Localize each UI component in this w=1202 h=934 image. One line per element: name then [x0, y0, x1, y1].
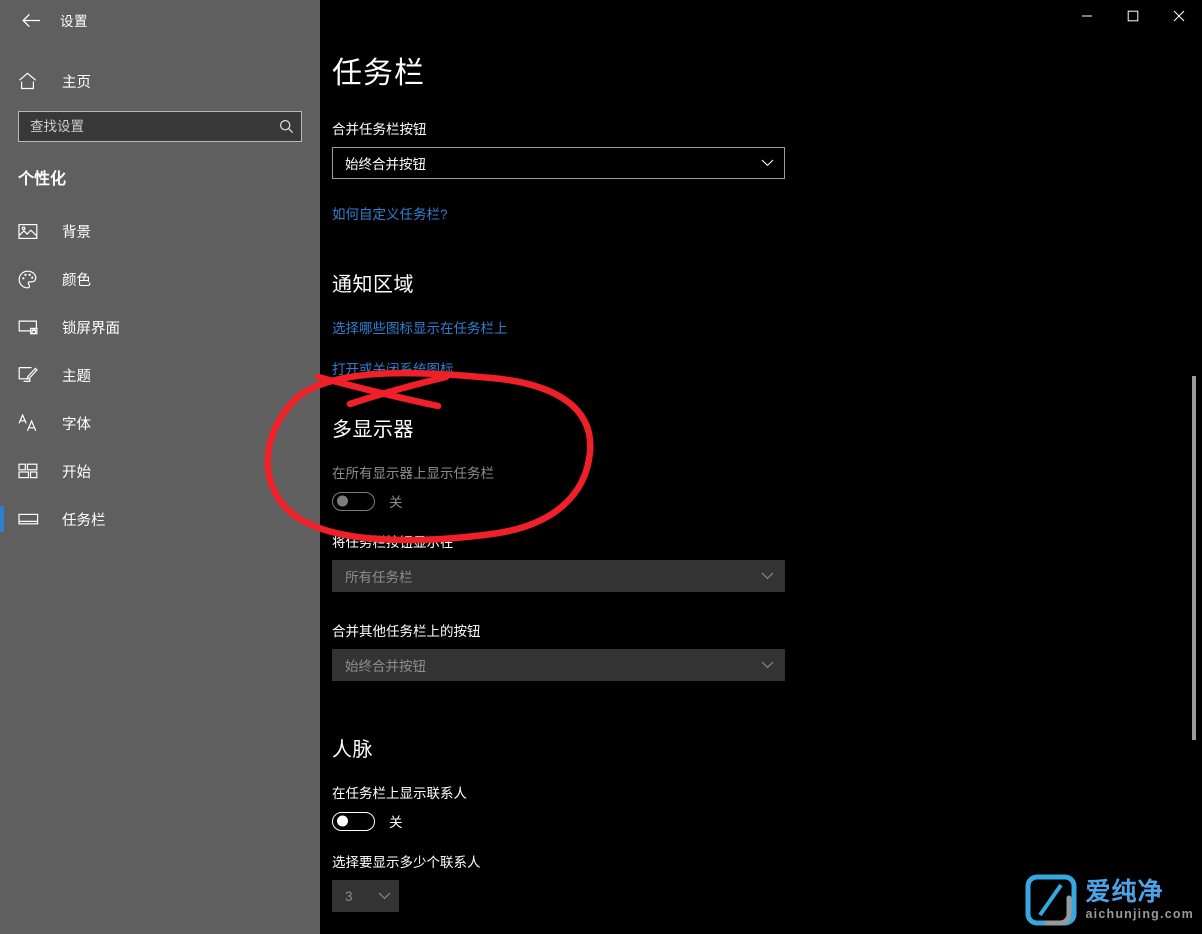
chevron-down-icon	[761, 661, 774, 669]
combine-other-taskbars-label: 合并其他任务栏上的按钮	[332, 620, 1202, 640]
sidebar-item-colors-label: 颜色	[62, 269, 91, 290]
picture-icon	[18, 223, 44, 240]
taskbar-icon	[18, 512, 44, 526]
start-tiles-icon	[18, 463, 44, 479]
show-buttons-on-dropdown: 所有任务栏	[332, 560, 785, 592]
chevron-down-icon	[761, 572, 774, 580]
sidebar-item-background-label: 背景	[62, 221, 91, 242]
combine-buttons-label: 合并任务栏按钮	[332, 118, 1202, 138]
sidebar-item-lock-screen-label: 锁屏界面	[62, 317, 120, 338]
sidebar-item-start-label: 开始	[62, 461, 91, 482]
chevron-down-icon	[761, 159, 774, 167]
page-title: 任务栏	[332, 48, 1202, 92]
home-icon	[18, 72, 44, 90]
search-icon[interactable]	[275, 119, 294, 134]
sidebar-item-start[interactable]: 开始	[0, 447, 320, 495]
toggle-system-icons-link[interactable]: 打开或关闭系统图标	[332, 358, 454, 378]
sidebar-category-title: 个性化	[18, 165, 320, 189]
sidebar-item-lock-screen[interactable]: 锁屏界面	[0, 303, 320, 351]
back-arrow-icon[interactable]	[14, 6, 48, 34]
search-input[interactable]	[30, 112, 275, 141]
settings-page: 任务栏 合并任务栏按钮 始终合并按钮 如何自定义任务栏? 通知区域 选择哪些图标…	[320, 0, 1202, 934]
show-taskbar-all-displays-row: 关	[332, 491, 1202, 511]
sidebar-item-taskbar[interactable]: 任务栏	[0, 495, 320, 543]
sidebar-item-home-label: 主页	[62, 71, 91, 92]
show-taskbar-all-displays-label: 在所有显示器上显示任务栏	[332, 462, 1202, 482]
combine-buttons-dropdown[interactable]: 始终合并按钮	[332, 147, 785, 179]
sidebar-item-fonts-label: 字体	[62, 413, 91, 434]
sidebar-item-colors[interactable]: 颜色	[0, 255, 320, 303]
watermark-cn: 爱纯净	[1086, 879, 1194, 905]
show-contacts-label: 在任务栏上显示联系人	[332, 782, 1202, 802]
selection-indicator	[0, 506, 4, 532]
show-buttons-on-label: 将任务栏按钮显示在	[332, 531, 1202, 551]
sidebar-item-background[interactable]: 背景	[0, 207, 320, 255]
show-buttons-on-value: 所有任务栏	[345, 566, 413, 586]
watermark-en: aichunjing.com	[1086, 907, 1194, 921]
toggle-knob	[337, 496, 348, 507]
sidebar-item-taskbar-label: 任务栏	[62, 509, 106, 530]
contact-count-label: 选择要显示多少个联系人	[332, 851, 1202, 871]
sidebar-item-themes[interactable]: 主题	[0, 351, 320, 399]
contact-count-value: 3	[345, 889, 353, 904]
window-controls	[1064, 0, 1202, 32]
show-contacts-state: 关	[389, 811, 403, 831]
sidebar-nav: 背景 颜色	[0, 207, 320, 543]
sidebar-item-home[interactable]: 主页	[0, 61, 320, 101]
main-content: 任务栏 合并任务栏按钮 始终合并按钮 如何自定义任务栏? 通知区域 选择哪些图标…	[320, 0, 1202, 934]
maximize-button[interactable]	[1110, 0, 1156, 32]
watermark: 爱纯净 aichunjing.com	[1025, 874, 1194, 926]
combine-other-taskbars-value: 始终合并按钮	[345, 655, 426, 675]
app-title: 设置	[60, 10, 88, 30]
scrollbar-thumb[interactable]	[1192, 376, 1196, 740]
show-taskbar-all-displays-toggle	[332, 492, 375, 511]
font-aa-icon	[18, 414, 44, 432]
theme-brush-icon	[18, 366, 44, 384]
sidebar-item-themes-label: 主题	[62, 365, 91, 386]
people-title: 人脉	[332, 733, 1202, 762]
sidebar-item-fonts[interactable]: 字体	[0, 399, 320, 447]
multi-display-title: 多显示器	[332, 413, 1202, 442]
customize-taskbar-link[interactable]: 如何自定义任务栏?	[332, 203, 448, 223]
sidebar: 设置 主页 个性化	[0, 0, 320, 934]
show-contacts-toggle[interactable]	[332, 812, 375, 831]
toggle-knob	[337, 816, 348, 827]
search-box[interactable]	[18, 111, 302, 142]
lock-screen-icon	[18, 319, 44, 336]
contact-count-dropdown: 3	[332, 880, 399, 912]
combine-buttons-value: 始终合并按钮	[345, 153, 426, 173]
vertical-scrollbar[interactable]	[1191, 40, 1197, 920]
show-taskbar-all-displays-state: 关	[389, 491, 403, 511]
palette-icon	[18, 270, 44, 289]
aichunjing-logo-icon	[1025, 874, 1077, 926]
sidebar-titlebar: 设置	[0, 0, 320, 40]
close-button[interactable]	[1156, 0, 1202, 32]
show-contacts-row: 关	[332, 811, 1202, 831]
chevron-down-icon	[378, 892, 391, 900]
choose-icons-link[interactable]: 选择哪些图标显示在任务栏上	[332, 317, 508, 337]
minimize-button[interactable]	[1064, 0, 1110, 32]
notification-area-title: 通知区域	[332, 268, 1202, 297]
combine-other-taskbars-dropdown: 始终合并按钮	[332, 649, 785, 681]
settings-window: 设置 主页 个性化	[0, 0, 1202, 934]
watermark-text: 爱纯净 aichunjing.com	[1086, 879, 1194, 921]
